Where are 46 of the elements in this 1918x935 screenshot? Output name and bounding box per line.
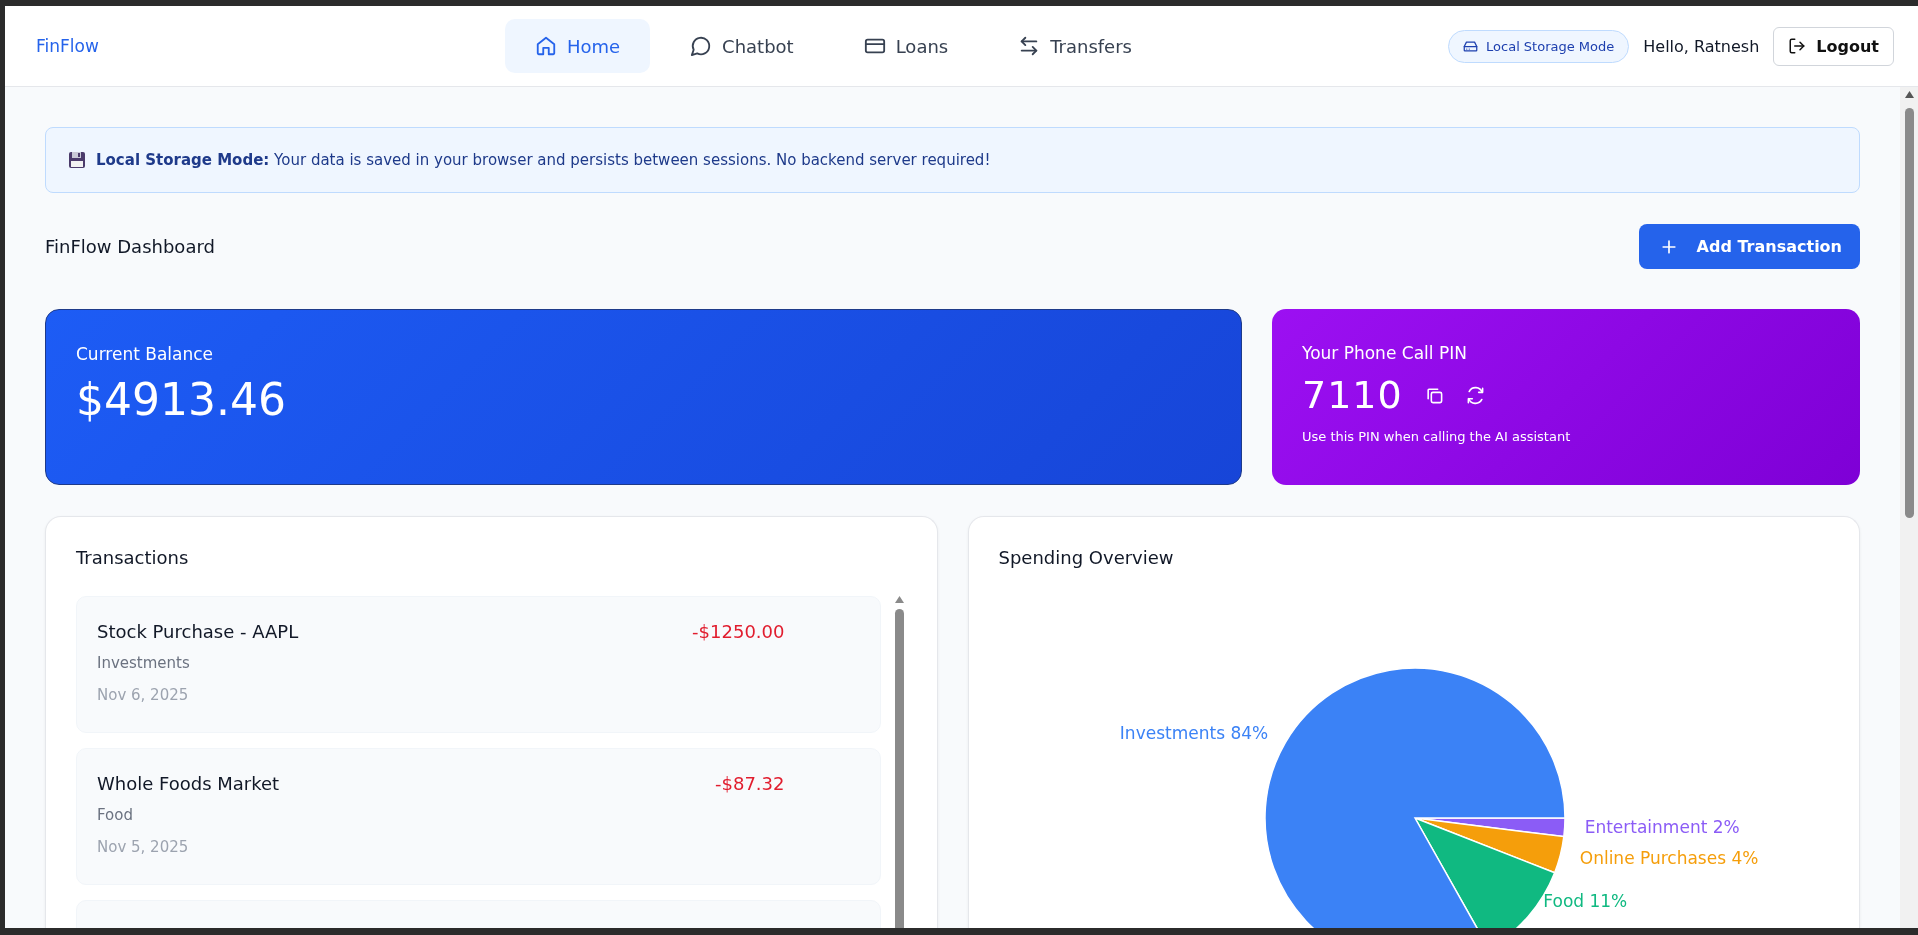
panel-title: Spending Overview xyxy=(998,547,1174,568)
pin-hint: Use this PIN when calling the AI assistant xyxy=(1302,429,1572,444)
add-transaction-button[interactable]: Add Transaction xyxy=(1638,224,1860,269)
mode-badge: Local Storage Mode xyxy=(1448,29,1630,63)
scrollbar[interactable] xyxy=(1900,87,1918,928)
balance-label: Current Balance xyxy=(76,344,215,364)
balance-amount: $4913.46 xyxy=(76,374,287,425)
copy-button[interactable] xyxy=(1424,385,1444,405)
transaction-name: Stock Purchase - AAPL xyxy=(97,621,299,642)
transaction-category: Investments xyxy=(97,654,191,672)
refresh-button[interactable] xyxy=(1465,385,1485,405)
panel-title: Transactions xyxy=(76,547,189,568)
nav-tab[interactable]: Loans xyxy=(833,19,979,73)
pin-label: Your Phone Call PIN xyxy=(1302,343,1468,363)
transaction-name: Whole Foods Market xyxy=(97,773,280,794)
logout-button[interactable]: Logout xyxy=(1773,26,1894,66)
slice-label: Investments 84% xyxy=(1119,723,1268,744)
transaction-date: Nov 6, 2025 xyxy=(97,686,190,704)
greeting: Hello, Ratnesh xyxy=(1643,36,1760,56)
slice-label: Food 11% xyxy=(1542,891,1627,911)
home-icon xyxy=(534,35,557,57)
page-title: FinFlow Dashboard xyxy=(45,236,215,257)
scrollbar-thumb[interactable] xyxy=(1904,108,1914,518)
refresh-icon xyxy=(1465,385,1485,405)
transaction-category: Food xyxy=(97,806,134,824)
logout-icon xyxy=(1788,37,1807,55)
transaction-amount: -$87.32 xyxy=(715,773,785,796)
banner-message: Local Storage Mode: Your data is saved in your browser and persists between sessions. No backend server required! xyxy=(96,151,991,169)
copy-icon xyxy=(1424,385,1444,405)
transaction-card[interactable]: Whole Foods Market Food Nov 5, 2025 -$87.32 xyxy=(76,748,881,885)
scrollbar[interactable] xyxy=(892,596,907,928)
slice-label: Online Purchases 4% xyxy=(1579,847,1758,868)
scrollbar-thumb[interactable] xyxy=(895,609,904,928)
nav-tab[interactable]: Home xyxy=(504,19,651,73)
drive-icon xyxy=(1463,38,1479,54)
scroll-up-arrow-icon[interactable] xyxy=(895,596,904,603)
brand-logo[interactable]: FinFlow xyxy=(36,36,99,56)
transaction-amount: -$1250.00 xyxy=(692,621,785,644)
scroll-up-arrow-icon[interactable] xyxy=(1904,91,1914,98)
transaction-card[interactable]: Stock Purchase - AAPL Investments Nov 6, 2025 -$1250.00 xyxy=(76,596,881,733)
nav-tab[interactable]: Chatbot xyxy=(660,19,824,73)
pin-value: 7110 xyxy=(1302,373,1403,417)
chat-bubble-icon xyxy=(690,35,713,57)
transaction-date: Nov 5, 2025 xyxy=(97,838,190,856)
slice-label: Entertainment 2% xyxy=(1584,817,1740,838)
nav-tab[interactable]: Transfers xyxy=(988,19,1162,73)
